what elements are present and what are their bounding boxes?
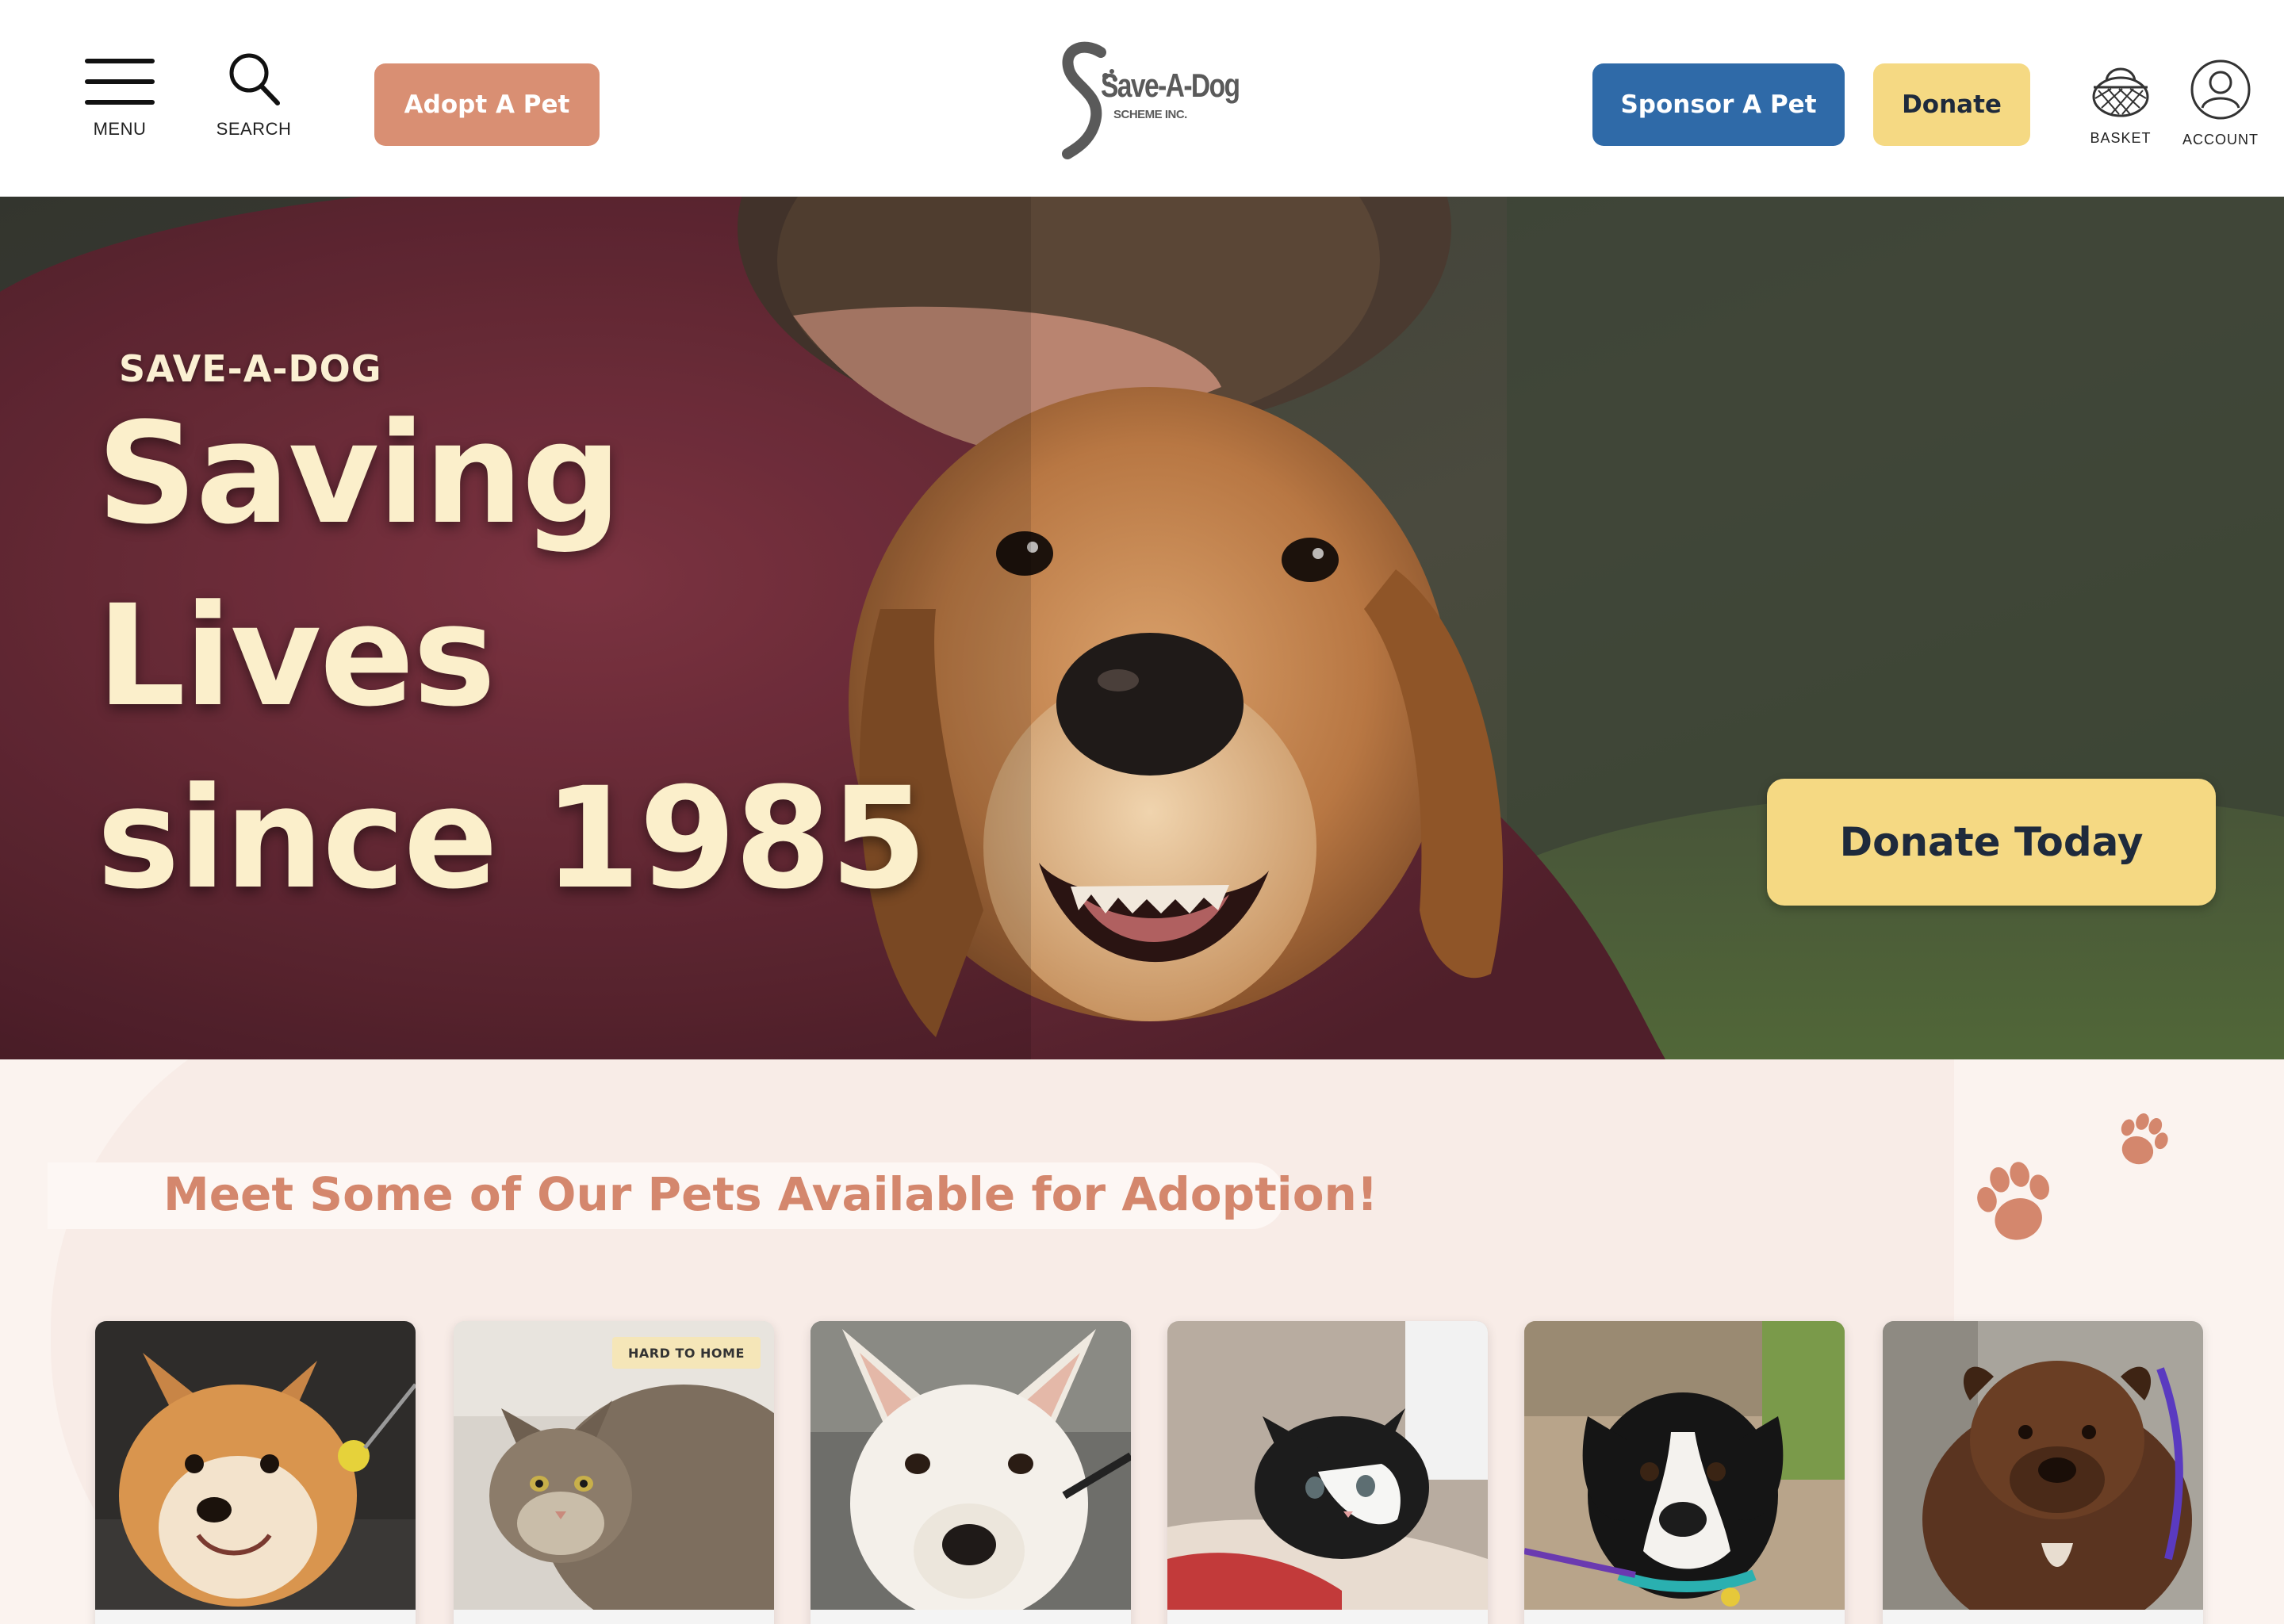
hero-eyebrow: SAVE-A-DOG [119, 347, 382, 390]
pet-card[interactable] [1883, 1321, 2203, 1624]
hamburger-icon [85, 59, 155, 105]
site-logo[interactable]: Save-A-Dog SCHEME INC. [1060, 32, 1240, 167]
account-label: ACCOUNT [2182, 132, 2259, 147]
white-shepherd-dog-photo [811, 1321, 1131, 1610]
corgi-mix-dog-photo [95, 1321, 416, 1610]
pet-card[interactable]: HARD TO HOME [454, 1321, 774, 1624]
adoption-section-title: Meet Some of Our Pets Available for Adop… [163, 1167, 1378, 1221]
search-label: SEARCH [216, 119, 292, 139]
pet-card[interactable] [811, 1321, 1131, 1624]
hard-to-home-badge: HARD TO HOME [612, 1337, 761, 1369]
brindle-staffy-dog-photo [1883, 1321, 2203, 1610]
hero-banner: SAVE-A-DOG Saving Lives since 1985 Donat… [0, 197, 2284, 1059]
pet-card-footer [454, 1610, 774, 1624]
pet-card-footer [811, 1610, 1131, 1624]
pet-card-footer [1167, 1610, 1488, 1624]
pet-card[interactable] [95, 1321, 416, 1624]
hero-headline-line2: Lives [97, 575, 496, 737]
sponsor-a-pet-button[interactable]: Sponsor A Pet [1592, 63, 1845, 146]
pet-card-footer [1524, 1610, 1845, 1624]
hero-headline-line1: Saving [97, 393, 622, 555]
black-white-kitten-photo [1167, 1321, 1488, 1610]
donate-button[interactable]: Donate [1873, 63, 2030, 146]
basket-button[interactable]: BASKET [2081, 59, 2160, 147]
pet-card[interactable] [1524, 1321, 1845, 1624]
donate-today-button[interactable]: Donate Today [1767, 779, 2216, 906]
site-header: MENU SEARCH Adopt A Pet Save-A-Dog SCHEM… [0, 0, 2284, 197]
menu-label: MENU [93, 119, 147, 139]
account-button[interactable]: ACCOUNT [2179, 59, 2262, 148]
menu-button[interactable]: MENU [76, 56, 163, 140]
logo-subtitle: SCHEME INC. [1113, 108, 1187, 121]
search-button[interactable]: SEARCH [213, 51, 295, 140]
pet-card-footer [95, 1610, 416, 1624]
logo-wordmark: Save-A-Dog [1101, 67, 1240, 104]
search-icon [229, 53, 280, 105]
basket-label: BASKET [2090, 130, 2152, 146]
hero-headline-line3: since 1985 [97, 757, 927, 920]
adoption-section: Meet Some of Our Pets Available for Adop… [0, 1059, 2284, 1624]
paw-print-icon [1977, 1162, 2049, 1240]
account-icon [2190, 59, 2251, 120]
pet-card[interactable] [1167, 1321, 1488, 1624]
black-white-pup-photo [1524, 1321, 1845, 1610]
adopt-a-pet-button[interactable]: Adopt A Pet [374, 63, 600, 146]
paw-print-icon-small [2121, 1113, 2168, 1165]
basket-icon [2092, 67, 2149, 117]
pet-card-footer [1883, 1610, 2203, 1624]
